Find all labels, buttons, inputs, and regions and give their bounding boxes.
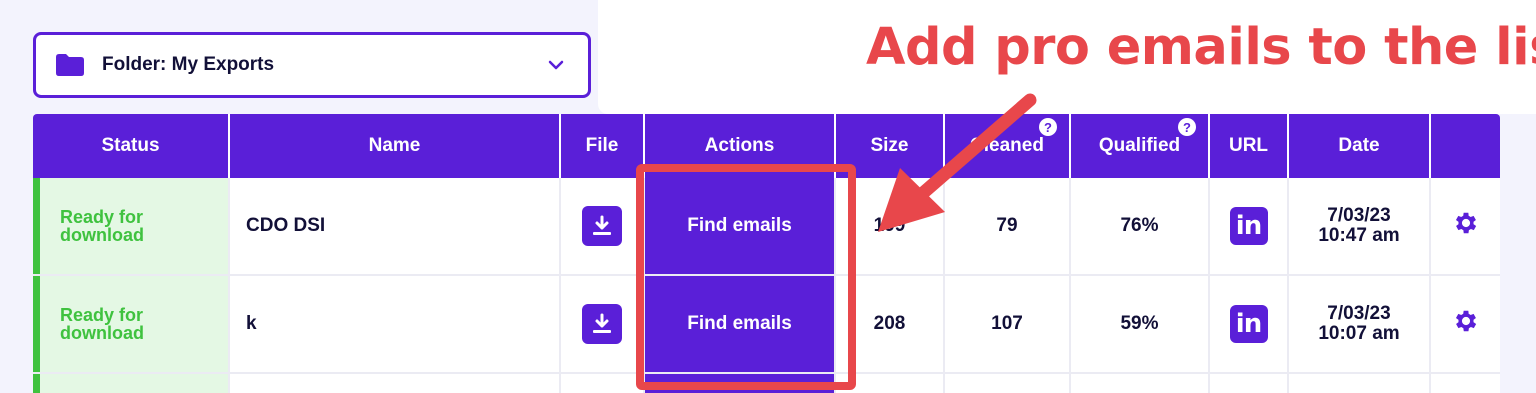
date-cell: 7/03/23 10:47 am [1289, 178, 1431, 274]
date-day: 7/03/23 [1327, 205, 1391, 226]
header-status[interactable]: Status [33, 114, 230, 178]
download-icon[interactable] [582, 206, 622, 246]
table-header: Status Name File Actions Size Cleaned? Q… [33, 114, 1500, 178]
download-icon[interactable] [582, 304, 622, 344]
name-cell [230, 374, 561, 393]
date-day: 7/03/23 [1327, 303, 1391, 324]
linkedin-icon[interactable]: in [1229, 207, 1268, 245]
url-cell: in [1210, 178, 1289, 274]
header-cleaned[interactable]: Cleaned? [945, 114, 1071, 178]
settings-cell [1431, 374, 1500, 393]
header-qualified[interactable]: Qualified? [1071, 114, 1210, 178]
size-cell: 208 [836, 276, 945, 372]
cleaned-cell: 107 [945, 276, 1071, 372]
actions-cell: Find emails [645, 276, 836, 372]
cleaned-cell: 79 [945, 178, 1071, 274]
header-date[interactable]: Date [1289, 114, 1431, 178]
url-cell: in [1210, 276, 1289, 372]
folder-icon [56, 54, 84, 76]
status-cell: Ready for download [33, 276, 230, 372]
date-time: 10:47 am [1318, 225, 1400, 246]
actions-cell: Find emails [645, 178, 836, 274]
table-row: Ready for download k Find emails 208 107… [33, 276, 1500, 374]
exports-table: Status Name File Actions Size Cleaned? Q… [33, 114, 1500, 393]
date-cell [1289, 374, 1431, 393]
find-emails-button[interactable] [645, 374, 834, 393]
gear-icon[interactable] [1452, 209, 1480, 243]
qualified-cell [1071, 374, 1210, 393]
folder-select[interactable]: Folder: My Exports [33, 32, 591, 98]
header-qualified-label: Qualified [1098, 135, 1181, 156]
url-cell [1210, 374, 1289, 393]
settings-cell [1431, 276, 1500, 372]
name-cell: CDO DSI [230, 178, 561, 274]
cleaned-cell [945, 374, 1071, 393]
qualified-cell: 59% [1071, 276, 1210, 372]
header-name[interactable]: Name [230, 114, 561, 178]
file-cell [561, 276, 645, 372]
status-cell: Ready for download [33, 178, 230, 274]
help-icon[interactable]: ? [1039, 118, 1057, 136]
date-cell: 7/03/23 10:07 am [1289, 276, 1431, 372]
table-row [33, 374, 1500, 393]
file-cell [561, 178, 645, 274]
help-icon[interactable]: ? [1178, 118, 1196, 136]
settings-cell [1431, 178, 1500, 274]
status-cell [33, 374, 230, 393]
linkedin-icon[interactable]: in [1229, 305, 1268, 343]
find-emails-button[interactable]: Find emails [645, 276, 834, 372]
date-time: 10:07 am [1318, 323, 1400, 344]
size-cell [836, 374, 945, 393]
header-file[interactable]: File [561, 114, 645, 178]
header-actions[interactable]: Actions [645, 114, 836, 178]
qualified-cell: 76% [1071, 178, 1210, 274]
header-url[interactable]: URL [1210, 114, 1289, 178]
header-cleaned-label: Cleaned [970, 135, 1044, 156]
file-cell [561, 374, 645, 393]
chevron-down-icon [548, 57, 564, 75]
folder-label: Folder: My Exports [102, 54, 275, 75]
header-settings [1431, 114, 1500, 178]
actions-cell [645, 374, 836, 393]
gear-icon[interactable] [1452, 307, 1480, 341]
find-emails-button[interactable]: Find emails [645, 178, 834, 274]
annotation-title: Add pro emails to the list [866, 18, 1536, 77]
name-cell: k [230, 276, 561, 372]
header-size[interactable]: Size [836, 114, 945, 178]
size-cell: 199 [836, 178, 945, 274]
table-row: Ready for download CDO DSI Find emails 1… [33, 178, 1500, 276]
